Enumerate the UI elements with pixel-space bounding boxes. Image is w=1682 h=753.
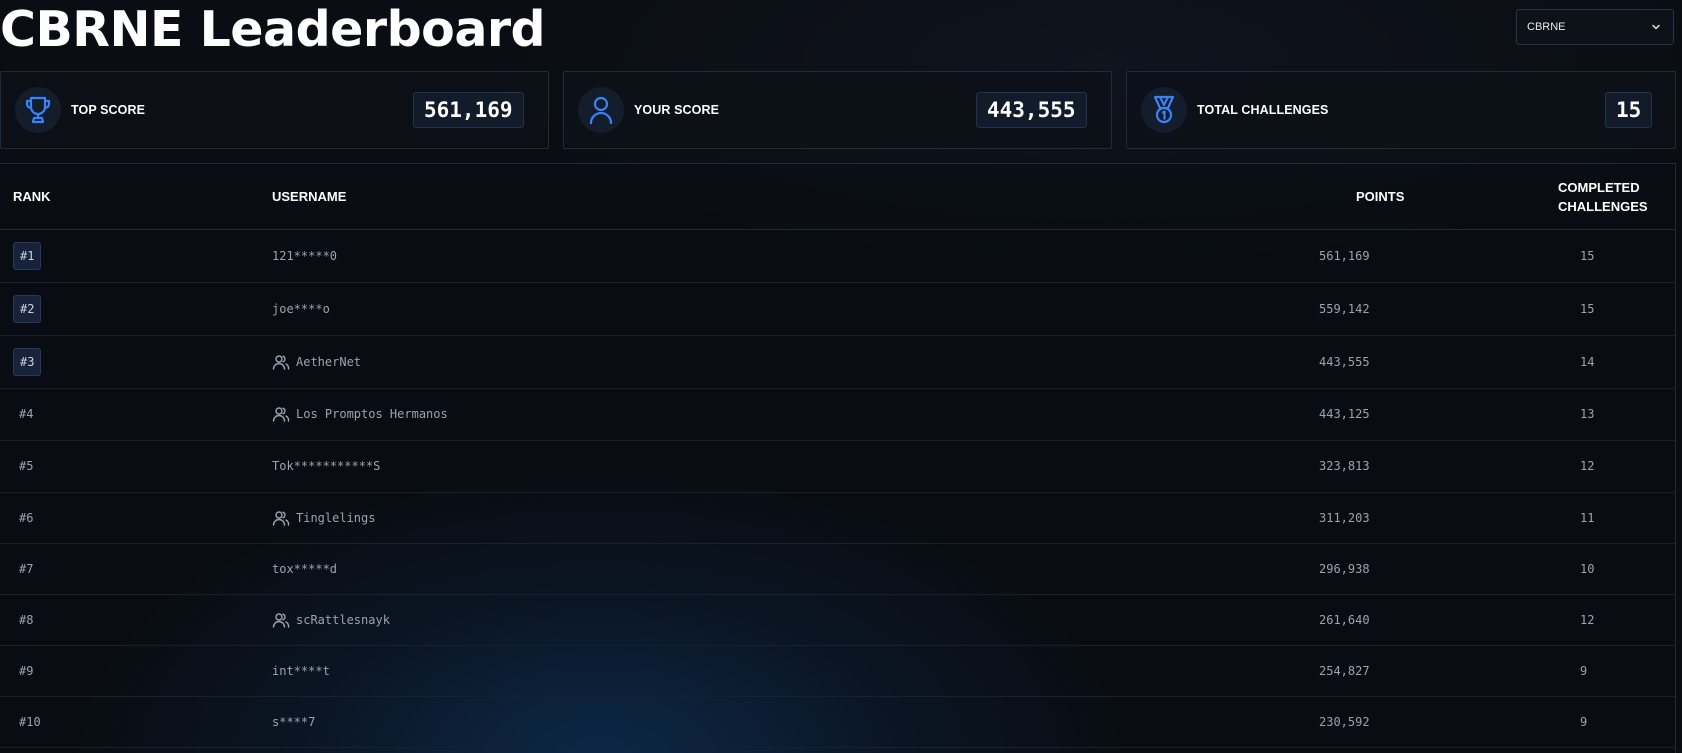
- chevron-down-icon: [1651, 22, 1661, 32]
- category-select-value: CBRNE: [1527, 21, 1566, 33]
- table-row: #7 tox*****d 296,938 10: [0, 543, 1675, 595]
- page-title: CBRNE Leaderboard: [0, 1, 546, 58]
- table-row: #2 joe****o 559,142 15: [0, 282, 1675, 336]
- top-score-label: TOP SCORE: [71, 103, 146, 117]
- username-cell: scRattlesnayk: [272, 612, 390, 628]
- username-text: 121*****0: [272, 248, 338, 263]
- medal-icon: [1141, 87, 1187, 133]
- username-text: tox*****d: [272, 561, 338, 576]
- points-cell: 261,640: [1319, 612, 1370, 627]
- total-challenges-card: TOTAL CHALLENGES 15: [1126, 71, 1676, 149]
- total-challenges-label: TOTAL CHALLENGES: [1197, 103, 1329, 117]
- table-row: #6 Tinglelings 311,203 11: [0, 492, 1675, 544]
- total-challenges-value: 15: [1605, 92, 1653, 128]
- table-row: #8 scRattlesnayk 261,640 12: [0, 594, 1675, 646]
- leaderboard-table: RANK USERNAME POINTS COMPLETED CHALLENGE…: [0, 163, 1676, 753]
- rank-cell: #7: [19, 561, 34, 576]
- points-cell: 561,169: [1319, 248, 1370, 263]
- team-icon: [272, 354, 290, 370]
- completed-challenges-cell: 9: [1580, 714, 1588, 729]
- username-cell: Tinglelings: [272, 510, 375, 526]
- points-cell: 323,813: [1319, 459, 1370, 473]
- points-cell: 230,592: [1319, 714, 1370, 729]
- username-text: s****7: [272, 714, 316, 729]
- rank-badge: #3: [13, 347, 42, 376]
- points-column-header: POINTS: [1356, 189, 1405, 204]
- trophy-icon: [15, 87, 61, 133]
- username-cell: int****t: [272, 663, 330, 679]
- table-row: #1 121*****0 561,169 15: [0, 229, 1675, 283]
- team-icon: [272, 612, 290, 628]
- username-cell: AetherNet: [272, 354, 361, 370]
- rank-badge: #1: [13, 241, 42, 270]
- rank-column-header: RANK: [13, 189, 51, 204]
- points-cell: 443,555: [1319, 354, 1370, 369]
- points-cell: 296,938: [1319, 561, 1370, 576]
- username-cell: s****7: [272, 714, 315, 730]
- table-row: #3 AetherNet 443,555 14: [0, 335, 1675, 389]
- your-score-card: YOUR SCORE 443,555: [563, 71, 1112, 149]
- your-score-value: 443,555: [976, 92, 1087, 128]
- completed-challenges-cell: 11: [1580, 510, 1595, 525]
- top-score-card: TOP SCORE 561,169: [0, 71, 549, 149]
- completed-challenges-cell: 13: [1580, 407, 1595, 421]
- username-cell: 121*****0: [272, 248, 337, 264]
- username-cell: Los Promptos Hermanos: [272, 406, 448, 422]
- completed-challenges-cell: 14: [1580, 354, 1595, 369]
- user-icon: [578, 87, 624, 133]
- table-row: #5 Tok***********S 323,813 12: [0, 440, 1675, 493]
- top-score-value: 561,169: [413, 92, 524, 128]
- table-row: #4 Los Promptos Hermanos 443,125 13: [0, 388, 1675, 441]
- completed-challenges-cell: 15: [1580, 301, 1595, 316]
- completed-challenges-cell: 15: [1580, 248, 1595, 263]
- username-text: int****t: [272, 663, 330, 678]
- completed-challenges-cell: 12: [1580, 459, 1595, 473]
- username-text: AetherNet: [296, 354, 362, 369]
- username-cell: tox*****d: [272, 561, 337, 577]
- points-cell: 254,827: [1319, 663, 1370, 678]
- team-icon: [272, 406, 290, 422]
- table-header: RANK USERNAME POINTS COMPLETED CHALLENGE…: [0, 164, 1675, 230]
- your-score-label: YOUR SCORE: [634, 103, 720, 117]
- points-cell: 559,142: [1319, 301, 1370, 316]
- username-column-header: USERNAME: [272, 189, 347, 204]
- table-row: #9 int****t 254,827 9: [0, 645, 1675, 697]
- team-icon: [272, 510, 290, 526]
- table-row: #10 s****7 230,592 9: [0, 696, 1675, 748]
- rank-cell: #6: [19, 510, 34, 525]
- rank-cell: #5: [19, 459, 34, 473]
- username-cell: Tok***********S: [272, 458, 380, 474]
- username-text: Tok***********S: [272, 459, 381, 473]
- rank-cell: #9: [19, 663, 34, 678]
- rank-cell: #8: [19, 612, 34, 627]
- username-text: Tinglelings: [296, 510, 376, 525]
- completed-header-line1: COMPLETED: [1558, 180, 1640, 195]
- rank-cell: #10: [19, 714, 41, 729]
- completed-challenges-cell: 10: [1580, 561, 1595, 576]
- username-text: Los Promptos Hermanos: [296, 407, 448, 421]
- points-cell: 443,125: [1319, 407, 1370, 421]
- completed-challenges-cell: 9: [1580, 663, 1588, 678]
- rank-badge: #2: [13, 294, 42, 323]
- points-cell: 311,203: [1319, 510, 1370, 525]
- completed-challenges-cell: 12: [1580, 612, 1595, 627]
- rank-cell: #4: [19, 407, 34, 421]
- username-text: scRattlesnayk: [296, 612, 390, 627]
- completed-header-line2: CHALLENGES: [1558, 199, 1648, 214]
- completed-challenges-column-header: COMPLETED CHALLENGES: [1558, 178, 1648, 216]
- username-cell: joe****o: [272, 301, 330, 317]
- username-text: joe****o: [272, 301, 330, 316]
- category-select[interactable]: CBRNE: [1516, 9, 1674, 45]
